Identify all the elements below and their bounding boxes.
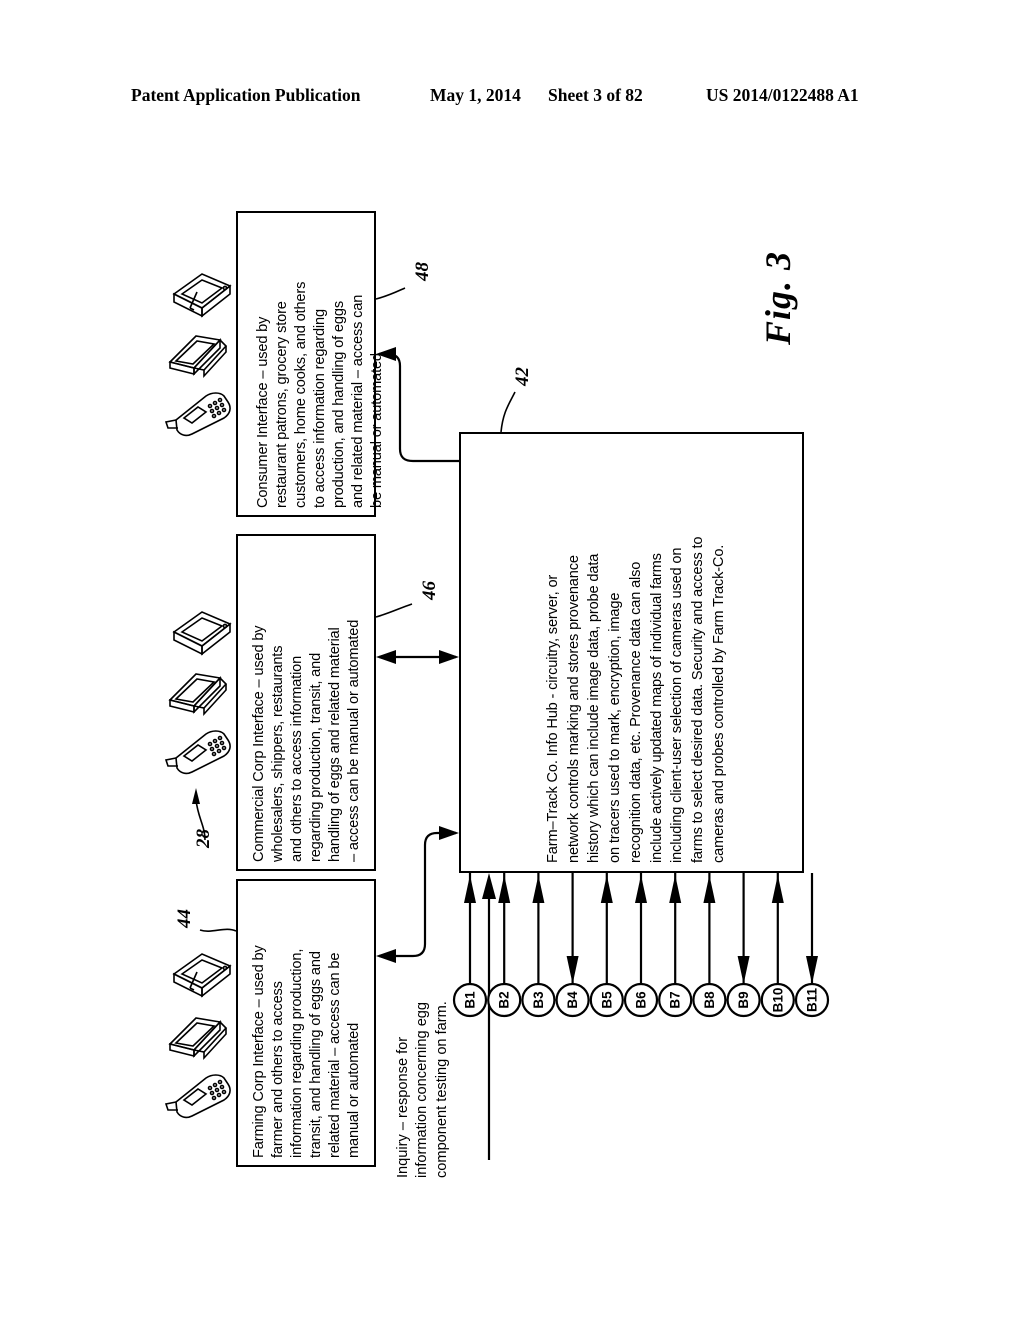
tablet-stylus-icon — [172, 953, 232, 998]
terminal-label: B10 — [770, 988, 785, 1013]
terminal-circle — [555, 982, 590, 1018]
terminal-circle — [726, 982, 761, 1018]
leader-line-46 — [375, 603, 413, 618]
tablet-stylus-icon — [172, 611, 232, 656]
device-icon-group-consumer — [164, 273, 232, 437]
mobile-phone-icon — [164, 730, 231, 775]
terminal-b7: B7 — [658, 873, 693, 1018]
terminal-circle — [452, 982, 488, 1018]
device-icon-group-farming — [164, 953, 232, 1119]
leader-arrowhead-28 — [192, 788, 200, 804]
patent-figure: Consumer Interface – used by restaurant … — [0, 0, 1024, 1320]
arrowhead-commercial-left — [376, 650, 396, 664]
terminal-arrowhead-down — [737, 956, 750, 984]
terminal-label: B7 — [668, 991, 683, 1008]
laptop-icon — [168, 335, 228, 379]
commercial-corp-interface-text: Commercial Corp Interface – used by whol… — [251, 619, 362, 862]
terminal-label: B8 — [702, 991, 717, 1009]
reference-numeral-28: 28 — [193, 829, 214, 848]
terminal-arrowhead-up — [703, 875, 716, 903]
arrowhead-into-hub — [439, 826, 459, 840]
terminal-arrowhead-down — [806, 956, 818, 984]
figure-caption: Fig. 3 — [758, 250, 798, 345]
terminal-label: B1 — [463, 991, 478, 1009]
terminal-label: B4 — [565, 991, 580, 1009]
terminal-b5: B5 — [589, 873, 624, 1018]
terminal-arrowhead-up — [600, 875, 613, 903]
terminal-b8: B8 — [692, 873, 727, 1018]
consumer-interface-text: Consumer Interface – used by restaurant … — [255, 281, 385, 508]
tablet-stylus-icon — [172, 273, 232, 318]
reference-numeral-46: 46 — [419, 581, 440, 600]
reference-numeral-44: 44 — [174, 909, 195, 928]
terminal-b2: B2 — [487, 873, 522, 1018]
reference-numeral-48: 48 — [412, 262, 433, 281]
terminal-b10: B10 — [760, 873, 795, 1018]
terminal-label: B6 — [634, 991, 649, 1009]
terminal-arrowhead-up — [464, 875, 476, 903]
terminal-arrowhead-up — [771, 875, 784, 903]
terminal-arrowhead-up — [669, 875, 682, 903]
terminal-b6: B6 — [623, 873, 659, 1018]
terminal-arrowhead-down — [566, 956, 579, 984]
terminal-arrowhead-up — [635, 875, 647, 903]
device-icon-group-commercial — [164, 611, 232, 775]
terminal-label: B11 — [805, 988, 820, 1013]
mobile-phone-icon — [164, 392, 231, 437]
arrowhead-inquiry — [482, 873, 496, 899]
arrowhead-into-farming — [376, 949, 396, 963]
terminal-b11: B11 — [794, 873, 830, 1018]
terminal-b1: B1 — [452, 873, 488, 1018]
terminal-circle — [487, 982, 522, 1018]
connector-farming-to-hub — [379, 831, 456, 958]
terminal-circle — [521, 982, 556, 1018]
terminal-circle — [589, 982, 624, 1018]
connector-hub-to-consumer — [379, 352, 459, 463]
terminal-group: B1 B2 B3 B4 B5 B6 B7 B8 B9 B10 B11 — [452, 873, 830, 1018]
leader-line-44 — [199, 928, 237, 932]
terminal-circle — [623, 982, 659, 1018]
reference-numeral-42: 42 — [512, 367, 533, 386]
terminal-circle — [794, 982, 830, 1018]
terminal-label: B3 — [531, 991, 546, 1009]
terminal-circle — [692, 982, 727, 1018]
terminal-b4: B4 — [555, 873, 590, 1018]
terminal-label: B5 — [599, 991, 614, 1009]
farming-corp-interface-text: Farming Corp Interface – used by farmer … — [251, 945, 362, 1158]
terminal-label: B9 — [736, 991, 751, 1008]
terminal-circle — [760, 982, 795, 1018]
terminal-b9: B9 — [726, 873, 761, 1018]
terminal-circle — [658, 982, 693, 1018]
terminal-arrowhead-up — [498, 875, 511, 903]
arrowhead-commercial-right — [439, 650, 459, 664]
terminal-arrowhead-up — [532, 875, 545, 903]
inquiry-response-annotation: Inquiry – response for information conce… — [395, 1001, 450, 1178]
leader-line-42 — [500, 391, 516, 433]
terminal-b3: B3 — [521, 873, 556, 1018]
mobile-phone-icon — [164, 1074, 231, 1119]
laptop-icon — [168, 1017, 228, 1061]
farm-track-info-hub-text: Farm–Track Co. Info Hub - circuitry, ser… — [545, 536, 727, 863]
terminal-label: B2 — [497, 991, 512, 1008]
laptop-icon — [168, 673, 228, 717]
